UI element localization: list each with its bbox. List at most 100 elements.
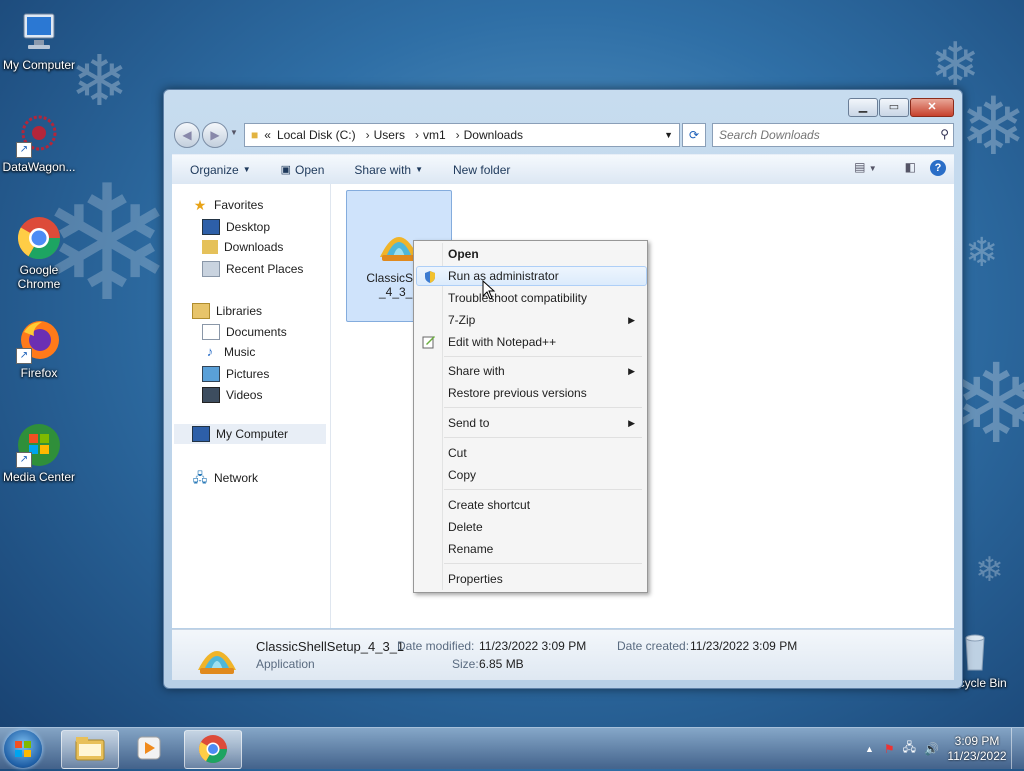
nav-label: Desktop	[226, 220, 271, 234]
nav-my-computer[interactable]: My Computer	[174, 424, 326, 444]
show-hidden-icons-button[interactable]: ▲	[865, 744, 874, 754]
desktop-icon-label: Google Chrome	[17, 263, 61, 291]
nav-label: Videos	[226, 388, 263, 402]
menu-item-create-shortcut[interactable]: Create shortcut	[416, 495, 645, 515]
breadcrumb-vm1[interactable]: vm1	[423, 128, 446, 142]
nav-downloads[interactable]: Downloads	[202, 240, 283, 254]
taskbar-explorer-button[interactable]	[61, 730, 119, 769]
nav-pictures[interactable]: Pictures	[202, 366, 269, 382]
datawagon-icon: ↗	[16, 112, 62, 158]
menu-item-troubleshoot-compatibility[interactable]: Troubleshoot compatibility	[416, 288, 645, 308]
new-folder-button[interactable]: New folder	[443, 163, 520, 177]
nav-label: Pictures	[226, 367, 270, 381]
desktop-icon-datawagon[interactable]: ↗ DataWagon...	[0, 112, 78, 174]
change-view-icon[interactable]: ▤ ▼	[854, 160, 877, 176]
nav-recent-places[interactable]: Recent Places	[202, 261, 303, 277]
nav-label: Documents	[226, 325, 287, 339]
clock[interactable]: 3:09 PM 11/23/2022	[943, 734, 1011, 764]
maximize-button[interactable]: ▭	[879, 98, 909, 117]
menu-item-run-as-administrator[interactable]: Run as administrator	[416, 266, 647, 286]
nav-desktop[interactable]: Desktop	[202, 219, 270, 235]
taskbar-chrome-button[interactable]	[184, 730, 242, 769]
submenu-arrow-icon: ▶	[628, 418, 635, 428]
breadcrumb-downloads[interactable]: Downloads	[464, 128, 523, 142]
submenu-arrow-icon: ▶	[628, 315, 635, 325]
volume-icon[interactable]: 🔊	[924, 742, 939, 756]
menu-item-rename[interactable]: Rename	[416, 539, 645, 559]
breadcrumb-separator[interactable]: ›	[415, 128, 419, 142]
details-created-value: 11/23/2022 3:09 PM	[690, 639, 798, 653]
breadcrumb-overflow[interactable]: «	[264, 128, 271, 142]
show-desktop-button[interactable]	[1011, 728, 1024, 769]
desktop-icon-my-computer[interactable]: My Computer	[0, 10, 78, 72]
share-with-button[interactable]: Share with ▼	[344, 163, 433, 177]
nav-music[interactable]: ♪ Music	[202, 345, 256, 360]
close-button[interactable]: ✕	[910, 98, 954, 117]
address-dropdown-icon[interactable]: ▼	[664, 130, 673, 140]
start-button[interactable]	[4, 730, 42, 768]
breadcrumb-separator[interactable]: ›	[366, 128, 370, 142]
nav-favorites[interactable]: ★ Favorites	[192, 198, 264, 212]
navigation-pane: ★ Favorites Desktop Downloads Recent Pla…	[172, 184, 331, 628]
breadcrumb-users[interactable]: Users	[374, 128, 405, 142]
clock-time: 3:09 PM	[954, 733, 1000, 748]
menu-label: Restore previous versions	[448, 386, 587, 400]
menu-item-send-to[interactable]: Send to ▶	[416, 413, 645, 433]
menu-item-share-with[interactable]: Share with ▶	[416, 361, 645, 381]
details-modified-label: Date modified:	[397, 639, 475, 653]
help-icon[interactable]: ?	[930, 160, 946, 176]
recent-pages-dropdown[interactable]: ▼	[230, 128, 238, 137]
recent-places-icon	[202, 261, 220, 277]
taskbar: ▲ ⚑ 🖧 🔊 3:09 PM 11/23/2022	[0, 727, 1024, 769]
details-created-label: Date created:	[617, 639, 690, 653]
nav-libraries[interactable]: Libraries	[192, 303, 262, 319]
menu-item-delete[interactable]: Delete	[416, 517, 645, 537]
menu-item-edit-with-notepad[interactable]: Edit with Notepad++	[416, 332, 645, 352]
windows-logo-icon: ↗	[16, 422, 62, 468]
view-controls: ▤ ▼ ◧ ?	[854, 160, 946, 176]
nav-label: Network	[214, 471, 259, 485]
nav-network[interactable]: 🖧 Network	[192, 470, 259, 486]
organize-button[interactable]: Organize ▼	[172, 163, 261, 177]
network-icon: 🖧	[192, 470, 208, 485]
nav-label: Libraries	[216, 304, 263, 318]
menu-item-cut[interactable]: Cut	[416, 443, 645, 463]
nav-label: My Computer	[216, 427, 289, 441]
back-button[interactable]: ◀	[174, 122, 200, 148]
menu-item-open[interactable]: Open	[416, 244, 645, 264]
breadcrumb-separator[interactable]: ›	[456, 128, 460, 142]
share-with-label: Share with	[354, 162, 412, 177]
desktop-icon-media-center[interactable]: ↗ Media Center	[0, 422, 78, 484]
open-button[interactable]: ▣ Open	[271, 163, 335, 177]
search-input[interactable]	[713, 124, 921, 146]
breadcrumb-local-disk[interactable]: Local Disk (C:)	[277, 128, 356, 142]
folder-icon: ■	[251, 128, 259, 142]
search-icon[interactable]: ⚲	[940, 127, 949, 141]
action-center-icon[interactable]: ⚑	[884, 742, 895, 756]
preview-pane-icon[interactable]: ◧	[905, 160, 916, 176]
minimize-button[interactable]: ▁	[848, 98, 878, 117]
menu-item-7zip[interactable]: 7-Zip ▶	[416, 310, 645, 330]
chevron-down-icon: ▼	[415, 165, 424, 174]
nav-label: Favorites	[214, 198, 264, 212]
context-menu: Open Run as administrator Troubleshoot c…	[413, 240, 648, 593]
forward-button[interactable]: ▶	[202, 122, 228, 148]
desktop-icon-firefox[interactable]: ↗ Firefox	[0, 318, 78, 380]
chevron-down-icon: ▼	[242, 165, 251, 174]
shortcut-arrow-icon: ↗	[16, 142, 32, 158]
desktop-icon	[202, 219, 220, 235]
chrome-icon	[199, 735, 227, 763]
nav-videos[interactable]: Videos	[202, 387, 262, 403]
menu-item-properties[interactable]: Properties	[416, 569, 645, 589]
details-file-type: Application	[256, 657, 315, 671]
menu-label: Properties	[448, 572, 503, 586]
refresh-button[interactable]: ⟳	[682, 123, 706, 147]
taskbar-media-player-button[interactable]	[122, 730, 178, 767]
desktop-icon-chrome[interactable]: Google Chrome	[0, 215, 78, 291]
clock-date: 11/23/2022	[947, 748, 1007, 763]
menu-item-restore-previous-versions[interactable]: Restore previous versions	[416, 383, 645, 403]
menu-item-copy[interactable]: Copy	[416, 465, 645, 485]
network-icon[interactable]: 🖧	[903, 738, 916, 759]
address-bar[interactable]: ■ « Local Disk (C:) › Users › vm1 › Down…	[244, 123, 680, 147]
nav-documents[interactable]: Documents	[202, 324, 287, 340]
